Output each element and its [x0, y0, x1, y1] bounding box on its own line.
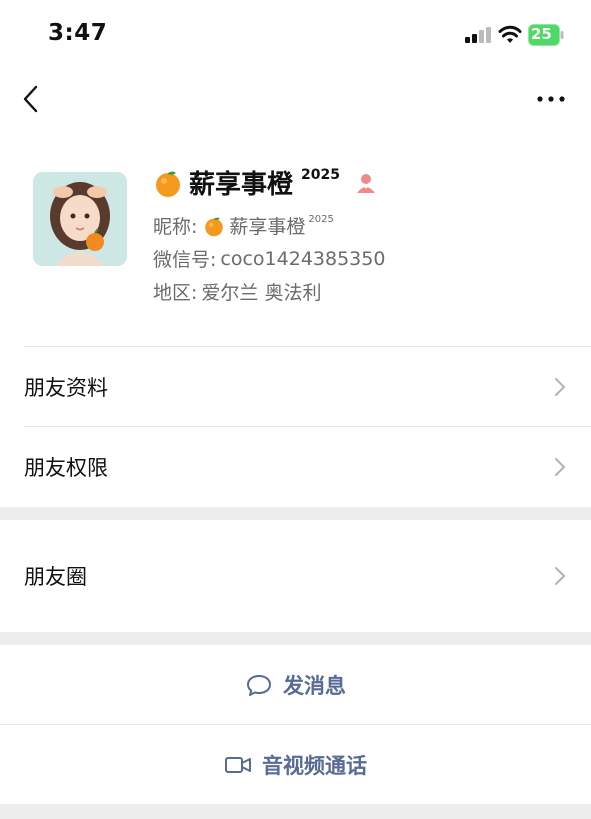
profile-name-row: 薪享事橙 2025 [153, 164, 378, 201]
status-time: 3:47 [48, 20, 108, 46]
wifi-icon [498, 25, 522, 43]
video-call-label: 音视频通话 [262, 754, 367, 778]
profile-header-section: 3:47 25 薪享事橙 2025 昵称: 薪享事橙 2025 微信号: coc… [0, 0, 591, 347]
region-label: 地区: [153, 282, 198, 304]
video-camera-icon [225, 757, 251, 773]
nickname-label: 昵称: [153, 216, 198, 238]
chevron-right-icon [555, 567, 566, 585]
friend-info-label: 朋友资料 [24, 376, 108, 400]
moments-row[interactable]: 朋友圈 [0, 520, 591, 632]
region-line: 地区: 爱尔兰 奥法利 [153, 278, 321, 305]
battery-icon: 25 [528, 24, 564, 46]
signal-icon [465, 27, 491, 43]
nickname-line: 昵称: 薪享事橙 2025 [153, 212, 334, 239]
moments-label: 朋友圈 [24, 565, 87, 589]
wechat-id-line[interactable]: 微信号: coco1424385350 [153, 245, 385, 272]
video-call-button[interactable]: 音视频通话 [0, 725, 591, 805]
moments-section: 朋友圈 [0, 520, 591, 632]
friend-permissions-row[interactable]: 朋友权限 [0, 427, 591, 507]
display-name: 薪享事橙 [189, 170, 294, 200]
wechat-id-label: 微信号: [153, 249, 217, 271]
battery-level: 25 [531, 25, 552, 43]
contact-profile-page: 3:47 25 薪享事橙 2025 昵称: 薪享事橙 2025 微信号: coc… [0, 0, 591, 819]
send-message-label: 发消息 [283, 674, 346, 698]
chat-bubble-icon [247, 675, 271, 696]
avatar[interactable] [33, 172, 127, 266]
more-icon[interactable] [536, 90, 566, 108]
nickname-suffix: 2025 [308, 214, 334, 225]
friend-settings-section: 朋友资料 朋友权限 [0, 347, 591, 507]
female-icon [356, 173, 375, 193]
orange-emoji-icon [205, 217, 224, 236]
friend-permissions-label: 朋友权限 [24, 456, 108, 480]
chevron-right-icon [555, 378, 566, 396]
nickname-value: 薪享事橙 [229, 216, 306, 238]
wechat-id-value[interactable]: coco1424385350 [220, 248, 385, 270]
display-name-suffix: 2025 [301, 166, 340, 183]
orange-emoji-icon [156, 171, 180, 197]
send-message-button[interactable]: 发消息 [0, 645, 591, 725]
friend-info-row[interactable]: 朋友资料 [0, 347, 591, 427]
chevron-right-icon [555, 458, 566, 476]
actions-section: 发消息 音视频通话 [0, 645, 591, 804]
back-icon[interactable] [20, 84, 42, 114]
region-value: 爱尔兰 奥法利 [201, 282, 322, 304]
